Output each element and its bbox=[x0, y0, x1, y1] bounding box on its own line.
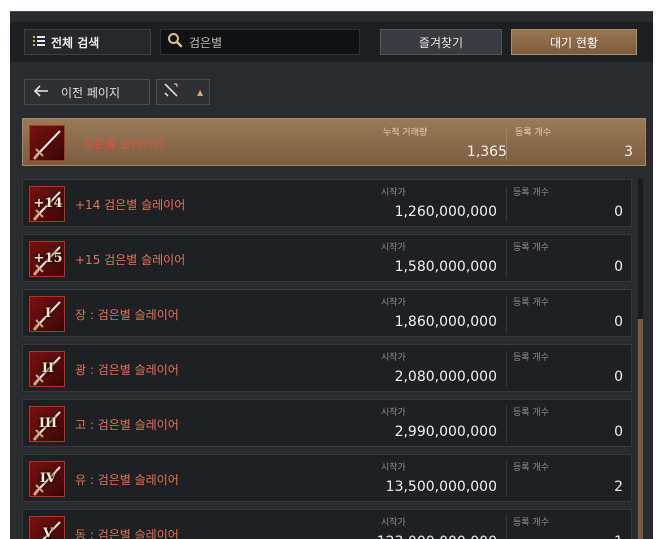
price-value: 1,860,000,000 bbox=[394, 314, 497, 330]
price-label: 시작가 bbox=[381, 243, 406, 253]
enhancement-level: +15 bbox=[33, 251, 63, 266]
table-row[interactable]: IV 유 : 검은별 슬레이어 시작가 13,500,000,000 등록 개수 2 bbox=[22, 454, 632, 502]
price-label: 시작가 bbox=[381, 408, 406, 418]
count-value: 3 bbox=[624, 144, 633, 160]
favorites-button[interactable]: 즐겨찾기 bbox=[380, 29, 502, 55]
table-row[interactable]: III 고 : 검은별 슬레이어 시작가 2,990,000,000 등록 개수 0 bbox=[22, 399, 632, 447]
enhancement-level: V bbox=[42, 526, 54, 539]
item-name: 유 : 검은별 슬레이어 bbox=[75, 473, 179, 487]
item-name: 동 : 검은별 슬레이어 bbox=[75, 528, 179, 539]
sword-icon: I bbox=[29, 296, 65, 332]
count-value: 0 bbox=[614, 259, 623, 275]
item-name: 장 : 검은별 슬레이어 bbox=[75, 308, 179, 322]
table-row[interactable]: II 광 : 검은별 슬레이어 시작가 2,080,000,000 등록 개수 0 bbox=[22, 344, 632, 392]
count-value: 2 bbox=[614, 479, 623, 495]
full-search-label: 전체 검색 bbox=[51, 35, 100, 50]
count-label: 등록 개수 bbox=[513, 243, 549, 253]
count-label: 등록 개수 bbox=[513, 353, 549, 363]
item-name: 검은별 슬레이어 bbox=[83, 137, 165, 151]
column-divider bbox=[506, 125, 507, 161]
enhancement-level: +14 bbox=[33, 196, 63, 211]
count-label: 등록 개수 bbox=[513, 518, 549, 528]
scrollbar[interactable] bbox=[638, 179, 643, 539]
search-toolbar: 전체 검색 즐겨찾기 대기 현황 bbox=[10, 22, 653, 62]
market-panel: 전체 검색 즐겨찾기 대기 현황 이전 페이지 bbox=[10, 11, 653, 539]
enhancement-level: II bbox=[41, 361, 55, 376]
search-field[interactable] bbox=[160, 29, 360, 55]
sort-direction-icon: ▲ bbox=[197, 87, 204, 97]
price-value: 13,500,000,000 bbox=[385, 479, 497, 495]
volume-label: 누적 거래량 bbox=[383, 128, 428, 138]
price-value: 1,260,000,000 bbox=[394, 204, 497, 220]
sword-icon: IV bbox=[29, 461, 65, 497]
favorites-label: 즐겨찾기 bbox=[418, 35, 464, 50]
price-value: 2,080,000,000 bbox=[394, 369, 497, 385]
enhancement-level: I bbox=[44, 306, 52, 321]
column-divider bbox=[506, 296, 507, 332]
sword-icon: +14 bbox=[29, 186, 65, 222]
table-row[interactable]: I 장 : 검은별 슬레이어 시작가 1,860,000,000 등록 개수 0 bbox=[22, 289, 632, 337]
item-name: 고 : 검은별 슬레이어 bbox=[75, 418, 179, 432]
sword-icon: II bbox=[29, 351, 65, 387]
table-row[interactable]: +14 +14 검은별 슬레이어 시작가 1,260,000,000 등록 개수 0 bbox=[22, 179, 632, 227]
enhancement-level: III bbox=[38, 416, 58, 431]
list-icon bbox=[33, 35, 45, 50]
sword-icon: +15 bbox=[29, 241, 65, 277]
column-divider bbox=[506, 186, 507, 222]
price-label: 시작가 bbox=[381, 518, 406, 528]
sword-icon: III bbox=[29, 406, 65, 442]
count-label: 등록 개수 bbox=[513, 188, 549, 198]
column-divider bbox=[506, 241, 507, 277]
volume-value: 1,365 bbox=[466, 144, 507, 160]
waiting-status-label: 대기 현황 bbox=[550, 35, 598, 50]
count-value: 0 bbox=[614, 424, 623, 440]
back-label: 이전 페이지 bbox=[61, 85, 121, 100]
count-label: 등록 개수 bbox=[513, 463, 549, 473]
full-search-button[interactable]: 전체 검색 bbox=[24, 29, 151, 55]
item-name: 광 : 검은별 슬레이어 bbox=[75, 363, 179, 377]
count-label: 등록 개수 bbox=[513, 298, 549, 308]
sort-filter-button[interactable]: ▲ bbox=[156, 79, 210, 105]
price-label: 시작가 bbox=[381, 298, 406, 308]
price-label: 시작가 bbox=[381, 188, 406, 198]
column-divider bbox=[506, 406, 507, 442]
table-row[interactable]: +15 +15 검은별 슬레이어 시작가 1,580,000,000 등록 개수 0 bbox=[22, 234, 632, 282]
price-value: 123,000,000,000 bbox=[377, 534, 497, 539]
back-button[interactable]: 이전 페이지 bbox=[24, 79, 150, 105]
sword-icon bbox=[29, 125, 65, 161]
count-value: 1 bbox=[614, 534, 623, 539]
enhancement-level: IV bbox=[39, 471, 57, 486]
count-label: 등록 개수 bbox=[513, 408, 549, 418]
search-icon bbox=[167, 32, 183, 52]
count-value: 0 bbox=[614, 369, 623, 385]
waiting-status-button[interactable]: 대기 현황 bbox=[511, 29, 637, 55]
search-input[interactable] bbox=[189, 35, 349, 49]
scrollbar-thumb[interactable] bbox=[638, 319, 643, 539]
column-divider bbox=[506, 461, 507, 497]
table-row[interactable]: V 동 : 검은별 슬레이어 시작가 123,000,000,000 등록 개수 1 bbox=[22, 509, 632, 539]
back-arrow-icon bbox=[33, 84, 49, 100]
price-label: 시작가 bbox=[381, 463, 406, 473]
filter-icon bbox=[163, 82, 179, 102]
item-name: +14 검은별 슬레이어 bbox=[75, 198, 186, 212]
selected-item-row[interactable]: 검은별 슬레이어 누적 거래량 1,365 등록 개수 3 bbox=[22, 118, 646, 166]
column-divider bbox=[506, 351, 507, 387]
item-name: +15 검은별 슬레이어 bbox=[75, 253, 186, 267]
count-value: 0 bbox=[614, 204, 623, 220]
count-value: 0 bbox=[614, 314, 623, 330]
column-divider bbox=[506, 516, 507, 539]
price-value: 1,580,000,000 bbox=[394, 259, 497, 275]
sword-icon: V bbox=[29, 516, 65, 539]
price-label: 시작가 bbox=[381, 353, 406, 363]
count-label: 등록 개수 bbox=[515, 128, 551, 138]
price-value: 2,990,000,000 bbox=[394, 424, 497, 440]
